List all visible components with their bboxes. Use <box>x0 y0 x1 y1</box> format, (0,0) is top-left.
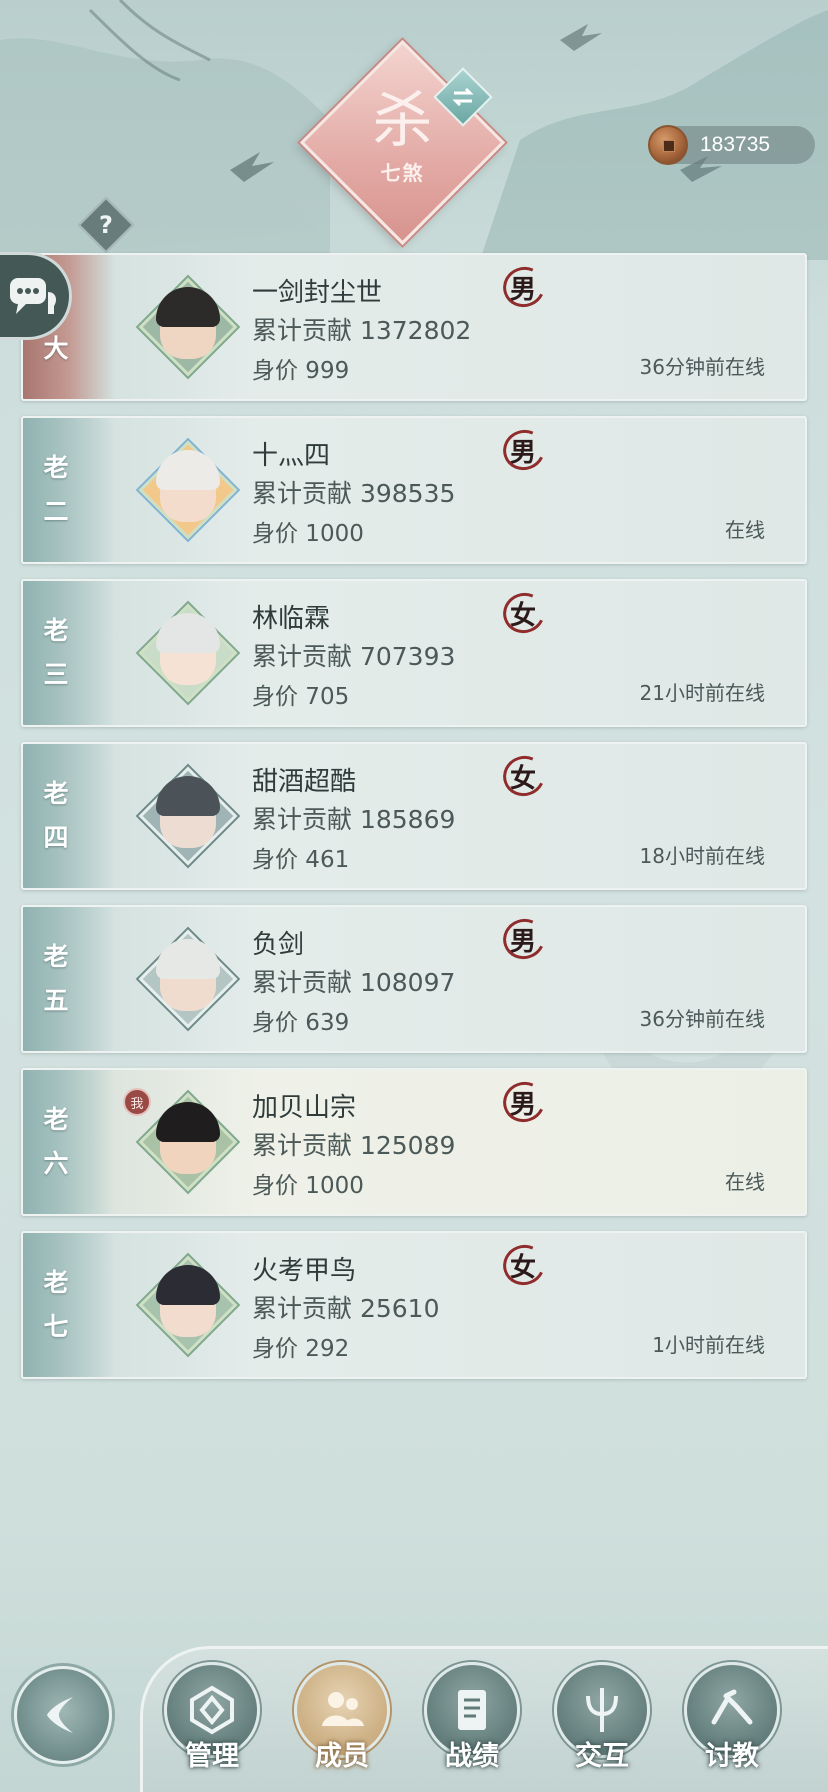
member-contribution: 累计贡献 1372802 <box>252 316 472 345</box>
member-worth: 身价 292 <box>252 1336 350 1362</box>
copper-coin-icon <box>648 125 688 165</box>
member-avatar[interactable] <box>138 1092 238 1192</box>
sect-emblem-glyph: 杀 <box>372 86 433 156</box>
gender-label: 男 <box>509 274 536 305</box>
avatar-hair <box>156 776 220 816</box>
member-rank: 老五 <box>43 942 69 1015</box>
member-avatar[interactable] <box>138 766 238 866</box>
gender-badge: 男 <box>497 261 551 313</box>
member-rank: 老七 <box>43 1268 69 1341</box>
avatar-hair <box>156 1102 220 1142</box>
member-card-self[interactable]: 老六 我 加贝山宗 男 累计贡献 125089 身价 1000 在线 <box>21 1068 807 1216</box>
member-avatar[interactable] <box>138 929 238 1029</box>
online-status: 36分钟前在线 <box>639 355 765 379</box>
member-avatar[interactable] <box>138 1255 238 1355</box>
challenge-icon <box>711 1689 753 1725</box>
member-rank: 老六 <box>43 1105 69 1178</box>
member-rank: 老四 <box>43 779 69 852</box>
member-name: 加贝山宗 <box>252 1093 357 1123</box>
member-name: 一剑封尘世 <box>252 278 383 308</box>
nav-tab-members[interactable]: 成员 <box>292 1662 392 1792</box>
nav-label: 成员 <box>315 1741 369 1772</box>
member-avatar[interactable] <box>138 603 238 703</box>
member-worth: 身价 705 <box>252 684 350 710</box>
member-rank: 老二 <box>43 453 69 526</box>
gender-label: 男 <box>509 926 536 957</box>
swap-icon[interactable] <box>442 76 484 118</box>
online-status: 18小时前在线 <box>639 844 765 868</box>
member-name: 火考甲鸟 <box>252 1256 357 1286</box>
gender-label: 女 <box>509 600 536 631</box>
member-card[interactable]: 老二 十灬四 男 累计贡献 398535 身价 1000 在线 <box>21 416 807 564</box>
nav-tab-challenge[interactable]: 讨教 <box>682 1662 782 1792</box>
member-worth: 身价 639 <box>252 1010 350 1036</box>
sect-name: 七煞 <box>380 161 425 185</box>
gender-badge: 女 <box>497 750 551 802</box>
gender-label: 女 <box>509 763 536 794</box>
currency-display: 183735 <box>648 125 815 165</box>
member-contribution: 累计贡献 185869 <box>252 805 456 834</box>
gender-badge: 女 <box>497 1239 551 1291</box>
gender-badge: 女 <box>497 587 551 639</box>
nav-label: 讨教 <box>705 1741 759 1772</box>
back-button[interactable] <box>14 1666 112 1764</box>
nav-label: 管理 <box>185 1741 239 1772</box>
nav-tab-record[interactable]: 战绩 <box>422 1662 522 1792</box>
nav-label: 交互 <box>575 1741 629 1772</box>
member-worth: 身价 1000 <box>252 1173 364 1199</box>
member-card[interactable]: 老七 火考甲鸟 女 累计贡献 25610 身价 292 1小时前在线 <box>21 1231 807 1379</box>
gender-badge: 男 <box>497 1076 551 1128</box>
currency-value: 183735 <box>700 133 771 156</box>
member-name: 林临霖 <box>252 604 331 634</box>
online-status: 21小时前在线 <box>639 681 765 705</box>
online-status: 36分钟前在线 <box>639 1007 765 1031</box>
help-icon[interactable]: ? <box>86 205 126 245</box>
avatar-hair <box>156 1265 220 1305</box>
member-contribution: 累计贡献 108097 <box>252 968 456 997</box>
member-contribution: 累计贡献 125089 <box>252 1131 456 1160</box>
manage-icon <box>190 1685 234 1735</box>
member-avatar[interactable] <box>138 277 238 377</box>
avatar-hair <box>156 939 220 979</box>
member-card[interactable]: 老大 一剑封尘世 男 累计贡献 1372802 身价 999 36分钟前在线 <box>21 253 807 401</box>
avatar-hair <box>156 613 220 653</box>
nav-tab-interact[interactable]: 交互 <box>552 1662 652 1792</box>
avatar-hair <box>156 287 220 327</box>
self-badge: 我 <box>123 1088 151 1116</box>
online-status: 1小时前在线 <box>652 1333 765 1357</box>
chat-bubble-icon <box>9 278 56 314</box>
gender-label: 男 <box>509 437 536 468</box>
avatar-hair <box>156 450 220 490</box>
back-arrow-icon <box>47 1697 73 1733</box>
gender-badge: 男 <box>497 424 551 476</box>
member-contribution: 累计贡献 25610 <box>252 1294 440 1323</box>
member-worth: 身价 461 <box>252 847 350 873</box>
online-status: 在线 <box>725 1170 765 1194</box>
member-contribution: 累计贡献 398535 <box>252 479 456 508</box>
member-list: 老大 一剑封尘世 男 累计贡献 1372802 身价 999 36分钟前在线 老… <box>21 253 807 1394</box>
member-card[interactable]: 老三 林临霖 女 累计贡献 707393 身价 705 21小时前在线 <box>21 579 807 727</box>
member-avatar[interactable] <box>138 440 238 540</box>
nav-tab-manage[interactable]: 管理 <box>162 1662 262 1792</box>
online-status: 在线 <box>725 518 765 542</box>
members-icon <box>322 1692 364 1726</box>
gender-badge: 男 <box>497 913 551 965</box>
member-rank: 老三 <box>43 616 69 689</box>
member-worth: 身价 999 <box>252 358 350 384</box>
member-name: 甜酒超酷 <box>252 767 357 797</box>
record-scroll-icon <box>458 1690 486 1730</box>
interact-trident-icon <box>586 1688 618 1732</box>
gender-label: 女 <box>509 1252 536 1283</box>
member-card[interactable]: 老五 负剑 男 累计贡献 108097 身价 639 36分钟前在线 <box>21 905 807 1053</box>
nav-label: 战绩 <box>445 1741 499 1772</box>
member-card[interactable]: 老四 甜酒超酷 女 累计贡献 185869 身价 461 18小时前在线 <box>21 742 807 890</box>
member-name: 十灬四 <box>252 441 331 471</box>
member-name: 负剑 <box>252 930 305 960</box>
gender-label: 男 <box>509 1089 536 1120</box>
member-worth: 身价 1000 <box>252 521 364 547</box>
member-contribution: 累计贡献 707393 <box>252 642 456 671</box>
